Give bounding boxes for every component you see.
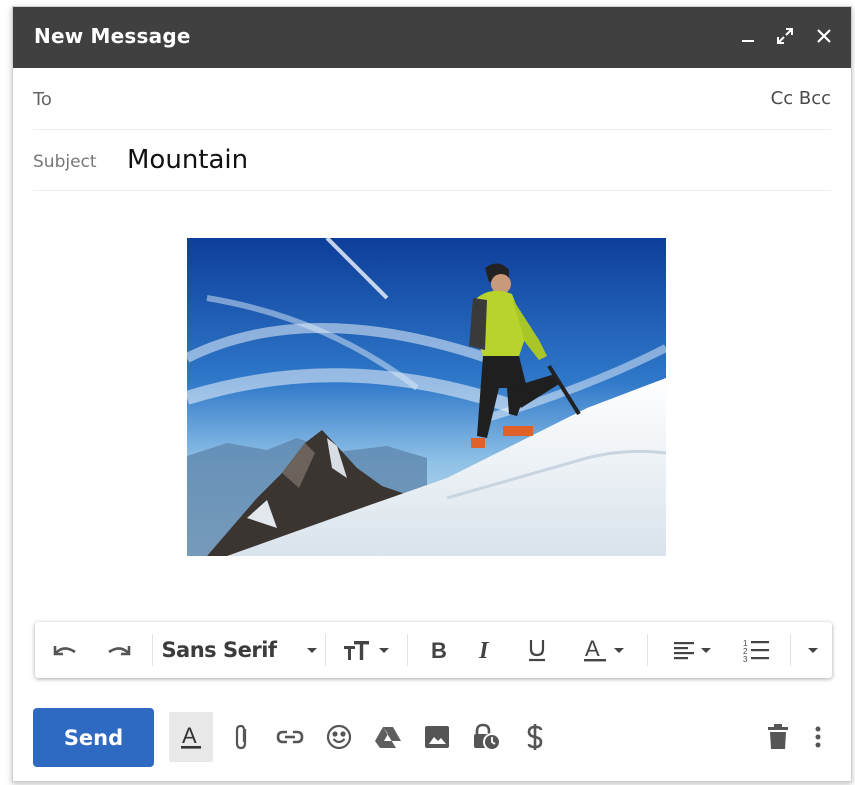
expand-icon[interactable] — [770, 21, 800, 51]
svg-text:3: 3 — [743, 655, 748, 662]
text-color-icon[interactable]: A — [571, 622, 635, 678]
svg-text:B: B — [431, 639, 447, 661]
subject-label: Subject — [33, 152, 97, 172]
subject-input[interactable]: Mountain — [127, 145, 727, 175]
send-button[interactable]: Send — [33, 708, 154, 767]
minimize-icon[interactable] — [733, 21, 763, 51]
compose-window: New Message To Cc Bcc Subject Mountain S… — [12, 6, 852, 782]
more-options-icon[interactable] — [803, 712, 833, 762]
formatting-options-icon[interactable]: A — [169, 712, 213, 762]
cc-bcc-link[interactable]: Cc Bcc — [771, 88, 831, 109]
google-drive-icon[interactable] — [366, 712, 410, 762]
italic-icon[interactable]: I — [469, 622, 505, 678]
attach-files-icon[interactable] — [220, 712, 264, 762]
underline-icon[interactable] — [519, 622, 555, 678]
send-money-icon[interactable] — [513, 712, 557, 762]
subject-field[interactable]: Subject Mountain — [33, 130, 831, 191]
svg-text:A: A — [182, 723, 197, 748]
insert-emoji-icon[interactable] — [317, 712, 361, 762]
mountain-climber-photo — [187, 238, 666, 556]
compose-title-bar: New Message — [13, 7, 851, 68]
discard-draft-icon[interactable] — [756, 712, 800, 762]
compose-title: New Message — [34, 24, 191, 48]
numbered-list-icon[interactable]: 1 2 3 — [735, 622, 779, 678]
insert-photo-icon[interactable] — [415, 712, 459, 762]
formatting-toolbar: Sans Serif B I A 1 2 3 — [35, 622, 832, 678]
confidential-mode-icon[interactable] — [464, 712, 508, 762]
font-family-select[interactable]: Sans Serif — [159, 622, 319, 678]
insert-link-icon[interactable] — [268, 712, 312, 762]
more-formatting-icon[interactable] — [797, 622, 829, 678]
svg-text:I: I — [478, 639, 490, 661]
close-icon[interactable] — [809, 21, 839, 51]
font-family-label: Sans Serif — [161, 638, 277, 662]
undo-icon[interactable] — [45, 622, 85, 678]
to-label: To — [33, 89, 52, 110]
to-field[interactable]: To Cc Bcc — [33, 69, 831, 130]
svg-text:A: A — [585, 637, 600, 661]
align-icon[interactable] — [661, 622, 723, 678]
bold-icon[interactable]: B — [421, 622, 457, 678]
redo-icon[interactable] — [99, 622, 139, 678]
chevron-down-icon — [306, 647, 317, 653]
text-size-icon[interactable] — [335, 622, 397, 678]
